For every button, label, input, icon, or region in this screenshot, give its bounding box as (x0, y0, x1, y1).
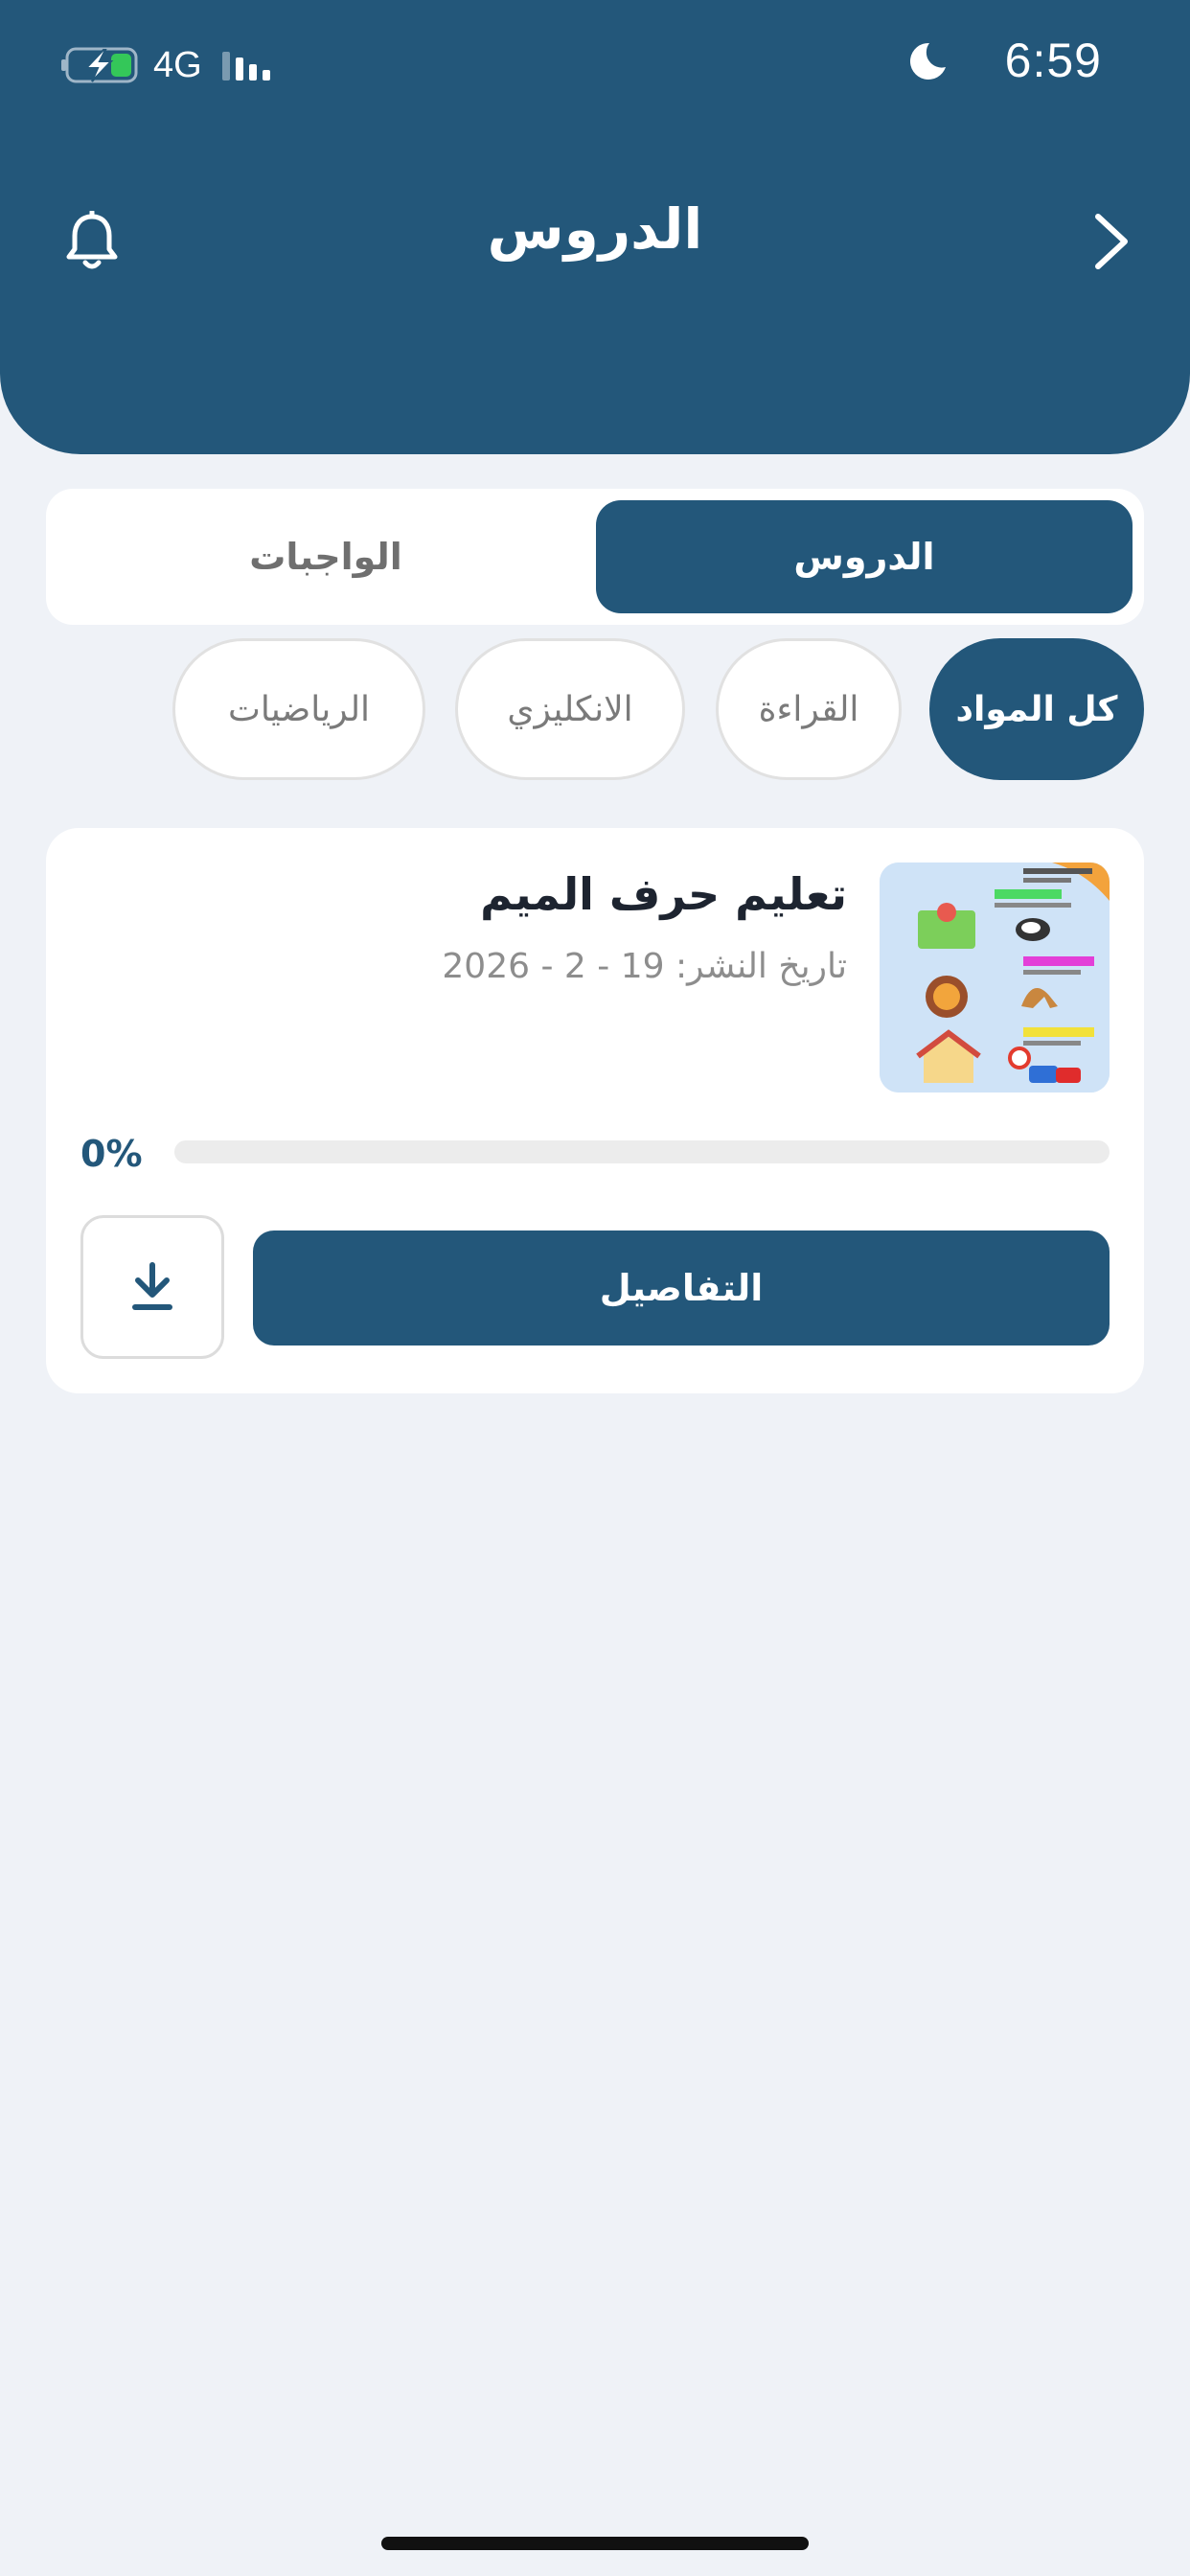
lesson-card[interactable]: تعليم حرف الميم تاريخ النشر: 19 - 2 - 20… (46, 828, 1144, 1393)
progress-label: 0% (80, 1133, 143, 1175)
download-icon (132, 1262, 172, 1310)
app-screen: 4G 6:59 الدروس الواجبات الدروس كل المواد… (0, 0, 1190, 2576)
subject-filter: كل المواد القراءة الانكليزي الرياضيات (0, 638, 1190, 782)
lesson-title: تعليم حرف الميم (480, 868, 847, 920)
filter-reading[interactable]: القراءة (716, 638, 902, 780)
page-title: الدروس (487, 196, 703, 262)
home-indicator[interactable] (381, 2537, 809, 2550)
lesson-thumbnail (880, 862, 1110, 1092)
progress-bar (174, 1140, 1110, 1163)
moon-icon (909, 42, 946, 80)
status-bar: 4G 6:59 (0, 0, 1190, 130)
download-button[interactable] (80, 1215, 224, 1359)
filter-english[interactable]: الانكليزي (455, 638, 685, 780)
details-button[interactable]: التفاصيل (253, 1230, 1110, 1346)
lesson-date: تاريخ النشر: 19 - 2 - 2026 (442, 947, 847, 986)
status-time: 6:59 (1004, 34, 1102, 87)
battery-charging-icon (61, 47, 138, 83)
filter-all-subjects[interactable]: كل المواد (929, 638, 1144, 780)
signal-icon (222, 52, 270, 80)
tab-lessons[interactable]: الدروس (596, 500, 1133, 613)
filter-math[interactable]: الرياضيات (172, 638, 425, 780)
chevron-right-icon[interactable] (1088, 213, 1134, 270)
header: 4G 6:59 الدروس (0, 0, 1190, 454)
segmented-control: الواجبات الدروس (46, 489, 1144, 625)
tab-assignments[interactable]: الواجبات (57, 500, 594, 613)
network-label: 4G (153, 45, 202, 85)
